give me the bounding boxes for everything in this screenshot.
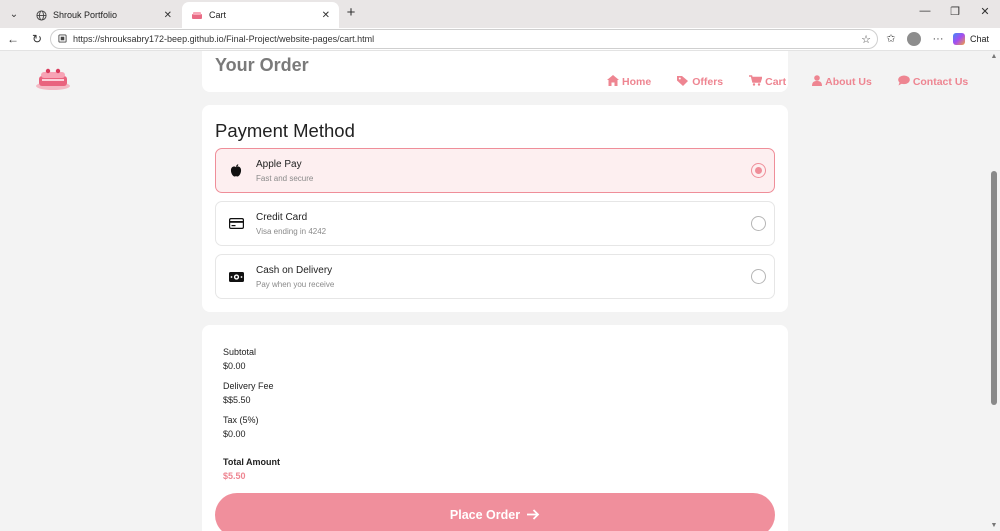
- close-tab-icon[interactable]: ✕: [322, 10, 330, 21]
- payment-option-apple-pay[interactable]: Apple Pay Fast and secure: [215, 148, 775, 193]
- scroll-thumb[interactable]: [991, 171, 997, 405]
- place-order-button[interactable]: Place Order: [215, 493, 775, 531]
- back-icon[interactable]: ←: [6, 32, 20, 46]
- tab-bar: ⌄ Shrouk Portfolio ✕ Cart ✕ + — ❐ ✕: [0, 0, 1000, 28]
- payment-option-cash-on-delivery[interactable]: Cash on Delivery Pay when you receive: [215, 254, 775, 299]
- close-window-icon[interactable]: ✕: [977, 5, 993, 18]
- tab-title: Cart: [209, 10, 227, 20]
- tag-icon: [677, 75, 689, 89]
- url-field[interactable]: https://shrouksabry172-beep.github.io/Fi…: [50, 29, 878, 49]
- place-order-label: Place Order: [449, 508, 521, 522]
- cash-on-delivery-radio[interactable]: [751, 269, 766, 284]
- payment-option-description: Visa ending in 4242: [256, 226, 327, 236]
- payment-option-description: Pay when you receive: [256, 279, 335, 289]
- cake-favicon-icon: [191, 9, 203, 21]
- credit-card-icon: [216, 218, 256, 229]
- total-amount-label: Total Amount: [223, 457, 280, 467]
- subtotal-label: Subtotal: [223, 347, 257, 357]
- page-scrollbar[interactable]: ▲ ▼: [988, 51, 1000, 531]
- nav-cart-label: Cart: [765, 76, 787, 88]
- nav-cart[interactable]: Cart: [749, 75, 786, 89]
- nav-offers-label: Offers: [692, 76, 724, 88]
- tax-value: $0.00: [223, 429, 246, 439]
- new-tab-icon[interactable]: +: [344, 5, 358, 20]
- site-info-icon[interactable]: [58, 33, 67, 45]
- nav-contact-label: Contact Us: [912, 76, 969, 88]
- copilot-icon: [953, 33, 965, 45]
- order-summary-card: Subtotal $0.00 Delivery Fee $$5.50 Tax (…: [202, 325, 788, 531]
- payment-option-name: Apple Pay: [256, 158, 302, 170]
- site-logo[interactable]: [33, 66, 73, 92]
- nav-about-label: About Us: [825, 76, 872, 88]
- payment-option-name: Credit Card: [256, 211, 308, 223]
- payment-option-description: Fast and secure: [256, 173, 314, 183]
- nav-about-us[interactable]: About Us: [812, 75, 872, 89]
- delivery-fee-label: Delivery Fee: [223, 381, 274, 391]
- cash-icon: [216, 271, 256, 282]
- minimize-icon[interactable]: —: [917, 5, 933, 17]
- page-viewport: Your Order Home Offers Cart About Us Con…: [0, 51, 988, 531]
- close-tab-icon[interactable]: ✕: [164, 10, 172, 21]
- apple-icon: [216, 164, 256, 177]
- restore-icon[interactable]: ❐: [947, 5, 963, 18]
- nav-home[interactable]: Home: [607, 75, 651, 89]
- tab-title: Shrouk Portfolio: [53, 10, 118, 20]
- refresh-icon[interactable]: ↻: [30, 32, 44, 46]
- more-menu-icon[interactable]: ···: [931, 32, 945, 46]
- nav-offers[interactable]: Offers: [677, 75, 723, 89]
- favorites-icon[interactable]: ✩: [884, 32, 898, 46]
- scroll-down-icon[interactable]: ▼: [990, 522, 998, 529]
- tab-cart[interactable]: Cart ✕: [182, 2, 339, 28]
- total-amount-value: $5.50: [223, 471, 246, 481]
- nav-home-label: Home: [622, 76, 652, 88]
- address-bar: ← ↻ https://shrouksabry172-beep.github.i…: [0, 28, 1000, 51]
- arrow-right-icon: [527, 507, 540, 523]
- nav-contact-us[interactable]: Contact Us: [898, 75, 968, 89]
- user-icon: [812, 75, 823, 89]
- payment-option-name: Cash on Delivery: [256, 264, 333, 276]
- scroll-up-icon[interactable]: ▲: [990, 53, 998, 60]
- tax-label: Tax (5%): [223, 415, 259, 425]
- chat-label: Chat: [970, 34, 990, 44]
- payment-method-card: Payment Method Apple Pay Fast and secure…: [202, 105, 788, 312]
- cart-icon: [749, 75, 763, 89]
- subtotal-value: $0.00: [223, 361, 246, 371]
- payment-method-title: Payment Method: [215, 120, 355, 141]
- apple-pay-radio[interactable]: [751, 163, 766, 178]
- url-text: https://shrouksabry172-beep.github.io/Fi…: [73, 34, 375, 44]
- radio-selected-dot: [755, 167, 762, 174]
- favorite-star-icon[interactable]: ☆: [861, 33, 871, 46]
- globe-icon: [35, 9, 47, 21]
- main-nav: Home Offers Cart About Us Contact Us: [607, 75, 968, 89]
- chat-button[interactable]: Chat: [953, 31, 989, 47]
- delivery-fee-value: $$5.50: [223, 395, 251, 405]
- profile-avatar[interactable]: [907, 32, 921, 46]
- comment-icon: [898, 75, 910, 89]
- home-icon: [607, 75, 619, 89]
- tab-shrouk-portfolio[interactable]: Shrouk Portfolio ✕: [26, 2, 181, 28]
- payment-option-credit-card[interactable]: Credit Card Visa ending in 4242: [215, 201, 775, 246]
- credit-card-radio[interactable]: [751, 216, 766, 231]
- tab-list-dropdown[interactable]: ⌄: [5, 5, 23, 23]
- order-title: Your Order: [215, 55, 309, 75]
